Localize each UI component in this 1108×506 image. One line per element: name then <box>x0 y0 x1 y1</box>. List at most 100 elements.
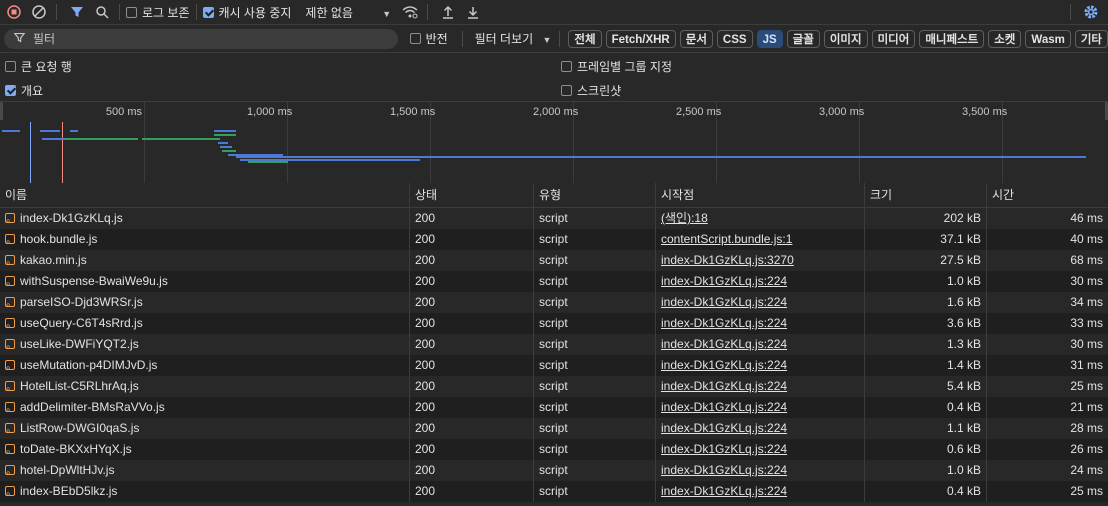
settings-gear-icon[interactable] <box>1080 1 1102 23</box>
request-initiator-link[interactable]: index-Dk1GzKLq.js:224 <box>656 397 865 418</box>
filter-chip[interactable]: Fetch/XHR <box>605 29 676 48</box>
option-big-rows[interactable]: 큰 요청 행 <box>5 58 72 75</box>
filter-chip[interactable]: JS <box>756 29 783 48</box>
dropdown-arrow-icon: ▼ <box>382 8 392 19</box>
option-group-by-frame[interactable]: 프레임별 그룹 지정 <box>561 58 672 75</box>
preserve-log-checkbox[interactable] <box>126 6 137 18</box>
filter-chip[interactable]: 이미지 <box>823 29 868 48</box>
request-name: useQuery-C6T4sRrd.js <box>20 316 143 330</box>
table-row[interactable]: useLike-DWFiYQT2.js 200scriptindex-Dk1GzK… <box>0 334 1108 355</box>
table-row[interactable]: kakao.min.js 200scriptindex-Dk1GzKLq.js:3… <box>0 250 1108 271</box>
table-row[interactable]: withSuspense-BwaiWe9u.js 200scriptindex-D… <box>0 271 1108 292</box>
request-initiator-link[interactable]: index-Dk1GzKLq.js:224 <box>656 334 865 355</box>
request-status: 200 <box>410 418 534 439</box>
table-row[interactable]: index-Dk1GzKLq.js 200script(색인):18202 kB 4… <box>0 208 1108 229</box>
table-row[interactable]: index-BEbD5lkz.js 200scriptindex-Dk1GzKLq… <box>0 481 1108 502</box>
request-name-cell[interactable]: toDate-BKXxHYqX.js <box>0 439 410 460</box>
overview-bar <box>220 146 232 148</box>
request-name-cell[interactable]: useQuery-C6T4sRrd.js <box>0 313 410 334</box>
filter-chip[interactable]: 기타 <box>1074 29 1108 48</box>
throttle-select[interactable]: 제한 없음 ▼ <box>305 4 391 21</box>
request-initiator-link[interactable]: index-Dk1GzKLq.js:3270 <box>656 250 865 271</box>
table-row[interactable]: addDelimiter-BMsRaVVo.js 200scriptindex-D… <box>0 397 1108 418</box>
network-overview-timeline[interactable]: 500 ms 1,000 ms 1,500 ms 2,000 ms 2,500 ms 3,… <box>0 101 1108 185</box>
filter-chip[interactable]: 매니페스트 <box>919 29 985 48</box>
overview-checkbox[interactable] <box>5 85 16 96</box>
request-name-cell[interactable]: useLike-DWFiYQT2.js <box>0 334 410 355</box>
request-name-cell[interactable]: kakao.min.js <box>0 250 410 271</box>
request-initiator-link[interactable]: index-Dk1GzKLq.js:224 <box>656 418 865 439</box>
request-initiator-link[interactable]: index-Dk1GzKLq.js:224 <box>656 439 865 460</box>
request-type: script <box>534 208 656 229</box>
request-status: 200 <box>410 250 534 271</box>
import-har-icon[interactable] <box>437 1 459 23</box>
script-file-icon <box>5 378 15 397</box>
filter-chip[interactable]: CSS <box>716 29 753 48</box>
filter-chip[interactable]: 글꼴 <box>786 29 820 48</box>
request-status: 200 <box>410 313 534 334</box>
request-initiator-link[interactable]: contentScript.bundle.js:1 <box>656 229 865 250</box>
filter-funnel-icon[interactable] <box>66 1 88 23</box>
request-name-cell[interactable]: index-Dk1GzKLq.js <box>0 208 410 229</box>
table-row[interactable]: useQuery-C6T4sRrd.js 200scriptindex-Dk1Gz… <box>0 313 1108 334</box>
request-initiator-link[interactable]: (색인):18 <box>656 208 865 229</box>
column-header-initiator[interactable]: 시작점 <box>656 183 865 207</box>
request-name-cell[interactable]: hook.bundle.js <box>0 229 410 250</box>
request-name-cell[interactable]: HotelList-C5RLhrAq.js <box>0 376 410 397</box>
request-initiator-link[interactable]: index-Dk1GzKLq.js:224 <box>656 460 865 481</box>
request-name-cell[interactable]: index-BEbD5lkz.js <box>0 481 410 502</box>
option-overview[interactable]: 개요 <box>5 82 43 99</box>
filter-chip[interactable]: 전체 <box>568 29 602 48</box>
clear-icon[interactable] <box>28 1 50 23</box>
export-har-icon[interactable] <box>462 1 484 23</box>
table-row[interactable]: useMutation-p4DIMJvD.js 200scriptindex-Dk… <box>0 355 1108 376</box>
more-filters-dropdown[interactable]: 필터 더보기 ▼ <box>475 30 552 47</box>
search-icon[interactable] <box>91 1 113 23</box>
request-name-cell[interactable]: withSuspense-BwaiWe9u.js <box>0 271 410 292</box>
request-initiator-link[interactable]: index-Dk1GzKLq.js:224 <box>656 481 865 502</box>
request-initiator-link[interactable]: index-Dk1GzKLq.js:224 <box>656 271 865 292</box>
filter-chip[interactable]: Wasm <box>1025 29 1071 48</box>
request-name-cell[interactable]: addDelimiter-BMsRaVVo.js <box>0 397 410 418</box>
overview-tick-label: 3,500 ms <box>962 106 1008 118</box>
request-type: script <box>534 397 656 418</box>
filter-chip[interactable]: 미디어 <box>871 29 916 48</box>
filter-chip[interactable]: 소켓 <box>988 29 1022 48</box>
column-header-type[interactable]: 유형 <box>534 183 656 207</box>
table-row[interactable]: parseISO-Djd3WRSr.js 200scriptindex-Dk1Gz… <box>0 292 1108 313</box>
request-name-cell[interactable]: hotel-DpWltHJv.js <box>0 460 410 481</box>
request-initiator-link[interactable]: index-Dk1GzKLq.js:224 <box>656 376 865 397</box>
request-initiator-link[interactable]: index-Dk1GzKLq.js:224 <box>656 313 865 334</box>
table-row[interactable]: hotel-DpWltHJv.js 200scriptindex-Dk1GzKLq… <box>0 460 1108 481</box>
column-header-time[interactable]: 시간 <box>987 183 1108 207</box>
column-header-size[interactable]: 크기 <box>865 183 987 207</box>
request-name-cell[interactable]: useMutation-p4DIMJvD.js <box>0 355 410 376</box>
table-row[interactable]: HotelList-C5RLhrAq.js 200scriptindex-Dk1G… <box>0 376 1108 397</box>
record-stop-icon[interactable] <box>3 1 25 23</box>
request-type: script <box>534 418 656 439</box>
column-header-name[interactable]: 이름 <box>0 183 410 207</box>
invert-checkbox[interactable] <box>410 33 421 44</box>
option-screenshots[interactable]: 스크린샷 <box>561 82 621 99</box>
request-name-cell[interactable]: ListRow-DWGI0qaS.js <box>0 418 410 439</box>
request-name-cell[interactable]: parseISO-Djd3WRSr.js <box>0 292 410 313</box>
filter-input[interactable] <box>31 30 395 47</box>
request-time: 68 ms <box>1070 253 1103 267</box>
screenshots-checkbox[interactable] <box>561 85 572 96</box>
table-row[interactable]: ListRow-DWGI0qaS.js 200scriptindex-Dk1GzK… <box>0 418 1108 439</box>
filter-input-box[interactable] <box>4 28 399 49</box>
request-type: script <box>534 229 656 250</box>
group-by-frame-checkbox[interactable] <box>561 61 572 72</box>
request-initiator-link[interactable]: index-Dk1GzKLq.js:224 <box>656 355 865 376</box>
request-status: 200 <box>410 439 534 460</box>
overview-left-handle[interactable] <box>0 102 3 120</box>
disable-cache-checkbox[interactable] <box>202 6 214 18</box>
column-header-status[interactable]: 상태 <box>410 183 534 207</box>
big-rows-checkbox[interactable] <box>5 61 16 72</box>
filter-chip[interactable]: 문서 <box>679 29 713 48</box>
table-row[interactable]: hook.bundle.js 200scriptcontentScript.bun… <box>0 229 1108 250</box>
request-initiator-link[interactable]: index-Dk1GzKLq.js:224 <box>656 292 865 313</box>
network-conditions-icon[interactable] <box>399 1 421 23</box>
table-row[interactable]: toDate-BKXxHYqX.js 200scriptindex-Dk1GzKL… <box>0 439 1108 460</box>
request-status: 200 <box>410 481 534 502</box>
